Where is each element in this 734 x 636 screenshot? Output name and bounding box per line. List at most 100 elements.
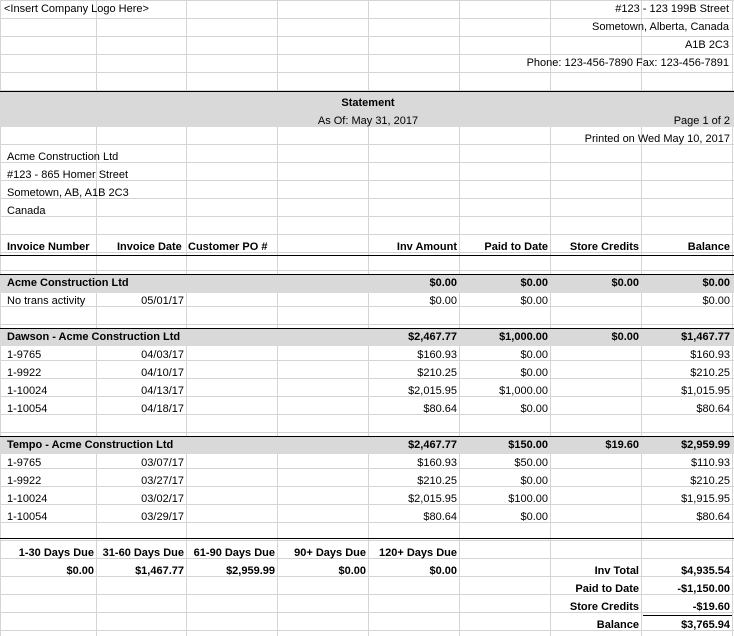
invoice-number: 1-10024 [7,385,48,397]
group-paid: $1,000.00 [499,331,548,343]
aging-header: 31-60 Days Due [102,547,184,559]
invoice-paid: $100.00 [508,493,548,505]
invoice-balance: $1,015.95 [681,385,730,397]
invoice-number: 1-9765 [7,457,42,469]
group-name: Tempo - Acme Construction Ltd [7,439,174,451]
header-balance: Balance [687,241,730,253]
group-balance: $2,959.99 [681,439,730,451]
aging-header: 90+ Days Due [294,547,366,559]
invoice-amount: $80.64 [423,511,457,523]
group-credits: $0.00 [611,331,639,343]
company-address-line2: Sometown, Alberta, Canada [592,21,729,33]
invoice-amount: $160.93 [417,349,457,361]
group-inv-amount: $2,467.77 [408,331,457,343]
group-name: Acme Construction Ltd [7,277,129,289]
header-paid-to-date: Paid to Date [484,241,548,253]
header-underline [0,255,734,256]
spreadsheet-grid[interactable]: <Insert Company Logo Here> #123 - 123 19… [0,0,734,636]
invoice-date: 05/01/17 [141,295,184,307]
invoice-paid: $0.00 [520,349,548,361]
invoice-balance: $1,915.95 [681,493,730,505]
total-label: Balance [596,619,639,631]
company-address-line1: #123 - 123 199B Street [615,3,729,15]
group-credits: $0.00 [611,277,639,289]
group-name: Dawson - Acme Construction Ltd [7,331,181,343]
invoice-amount: $2,015.95 [408,385,457,397]
printed-date: Printed on Wed May 10, 2017 [584,133,730,145]
total-value: $4,935.54 [681,565,730,577]
invoice-amount: $210.25 [417,475,457,487]
invoice-amount: $210.25 [417,367,457,379]
aging-value: $1,467.77 [135,565,184,577]
company-postal: A1B 2C3 [684,39,729,51]
invoice-amount: $80.64 [423,403,457,415]
company-logo-placeholder: <Insert Company Logo Here> [4,3,149,15]
invoice-paid: $50.00 [514,457,548,469]
invoice-date: 03/29/17 [141,511,184,523]
aging-value: $0.00 [429,565,457,577]
aging-value: $0.00 [338,565,366,577]
invoice-paid: $0.00 [520,475,548,487]
invoice-number: No trans activity [7,295,86,307]
total-value: -$1,150.00 [677,583,730,595]
group-credits: $19.60 [605,439,639,451]
invoice-date: 04/13/17 [141,385,184,397]
total-label: Store Credits [569,601,639,613]
invoice-paid: $1,000.00 [499,385,548,397]
header-inv-amount: Inv Amount [396,241,457,253]
invoice-number: 1-10024 [7,493,48,505]
invoice-date: 04/10/17 [141,367,184,379]
page-indicator: Page 1 of 2 [673,115,730,127]
invoice-number: 1-10054 [7,511,48,523]
invoice-number: 1-9922 [7,475,42,487]
invoice-balance: $80.64 [696,511,730,523]
invoice-paid: $0.00 [520,367,548,379]
group-paid: $150.00 [508,439,548,451]
aging-header: 61-90 Days Due [193,547,275,559]
invoice-amount: $160.93 [417,457,457,469]
header-customer-po: Customer PO # [188,241,268,253]
total-value: -$19.60 [692,601,730,613]
customer-city: Sometown, AB, A1B 2C3 [7,187,129,199]
aging-value: $0.00 [66,565,94,577]
header-invoice-date: Invoice Date [117,241,182,253]
invoice-paid: $0.00 [520,295,548,307]
invoice-balance: $110.93 [691,457,730,469]
invoice-amount: $2,015.95 [408,493,457,505]
aging-header: 1-30 Days Due [18,547,94,559]
invoice-paid: $0.00 [520,511,548,523]
customer-street: #123 - 865 Homer Street [7,169,129,181]
invoice-date: 04/18/17 [141,403,184,415]
total-value: $3,765.94 [681,619,730,631]
group-balance: $1,467.77 [681,331,730,343]
invoice-balance: $160.93 [690,349,730,361]
customer-name: Acme Construction Ltd [7,151,119,163]
invoice-number: 1-9765 [7,349,42,361]
invoice-amount: $0.00 [429,295,457,307]
company-contact: Phone: 123-456-7890 Fax: 123-456-7891 [526,57,729,69]
header-invoice-number: Invoice Number [7,241,90,253]
invoice-date: 04/03/17 [141,349,184,361]
group-paid: $0.00 [520,277,548,289]
invoice-balance: $210.25 [690,367,730,379]
invoice-date: 03/02/17 [141,493,184,505]
aging-separator [0,538,734,539]
header-store-credits: Store Credits [569,241,639,253]
invoice-paid: $0.00 [520,403,548,415]
total-label: Inv Total [594,565,639,577]
group-inv-amount: $2,467.77 [408,439,457,451]
aging-header: 120+ Days Due [379,547,457,559]
invoice-balance: $0.00 [702,295,730,307]
invoice-date: 03/27/17 [141,475,184,487]
invoice-balance: $210.25 [690,475,730,487]
invoice-number: 1-9922 [7,367,42,379]
invoice-date: 03/07/17 [141,457,184,469]
customer-country: Canada [7,205,46,217]
statement-title: Statement [341,97,395,109]
total-label: Paid to Date [575,583,639,595]
group-inv-amount: $0.00 [429,277,457,289]
statement-as-of: As Of: May 31, 2017 [317,115,419,127]
aging-value: $2,959.99 [226,565,275,577]
invoice-balance: $80.64 [696,403,730,415]
invoice-number: 1-10054 [7,403,48,415]
